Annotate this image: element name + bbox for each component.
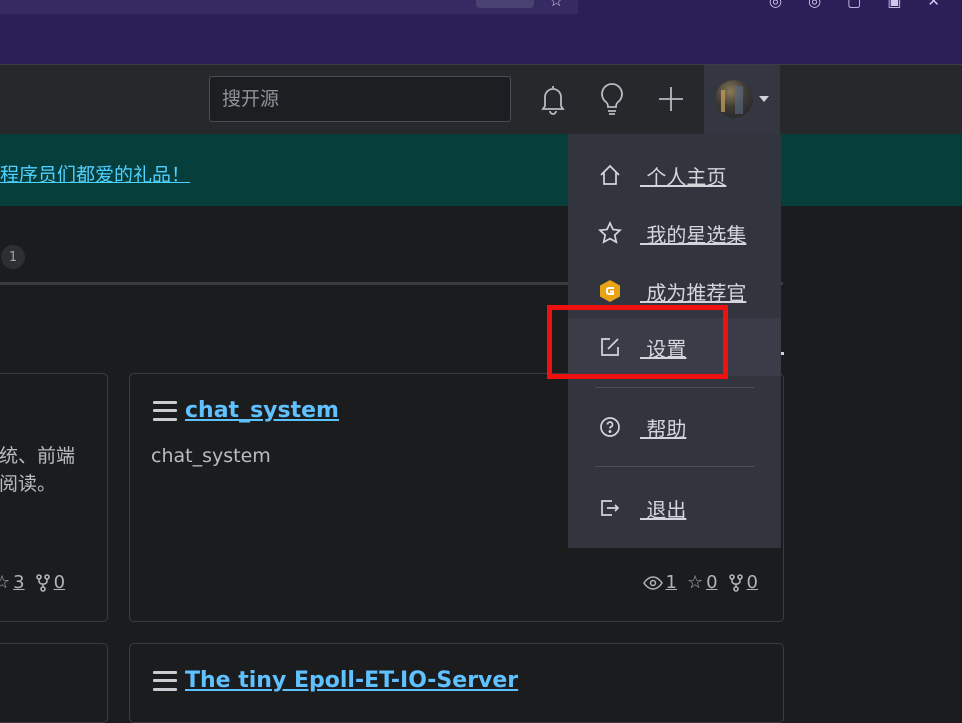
bookmark-star-icon[interactable]: ☆ — [549, 0, 563, 10]
repo-list-icon — [153, 400, 177, 421]
menu-item-label: 个人主页 — [640, 164, 727, 189]
eye-icon — [642, 575, 663, 590]
extension-icon[interactable]: ◎ — [808, 0, 821, 10]
browser-chrome: ☆ ◎ ◎ ▢ ▣ ✕ — [0, 0, 962, 64]
star-stat[interactable]: ☆ 0 — [687, 572, 718, 593]
avatar[interactable] — [715, 80, 753, 118]
menu-item-logout[interactable]: 退出 — [568, 479, 781, 537]
repo-link[interactable]: chat_system — [185, 398, 339, 423]
repo-list-icon — [153, 670, 177, 691]
repo-title: chat_system — [153, 398, 339, 423]
menu-item-starred[interactable]: 我的星选集 — [568, 204, 781, 262]
star-stat[interactable]: ☆ 3 — [0, 572, 25, 593]
gitee-badge-icon — [598, 279, 622, 303]
promo-banner: 程序员们都爱的礼品！ — [0, 134, 962, 206]
repo-description-line: 阅读。 — [0, 473, 57, 495]
browser-toolbar-icons: ◎ ◎ ▢ ▣ ✕ — [769, 0, 940, 10]
user-menu-toggle[interactable] — [704, 65, 780, 135]
star-icon — [598, 221, 622, 245]
logout-icon — [598, 496, 622, 520]
menu-item-label: 帮助 — [640, 416, 687, 441]
lightbulb-icon[interactable] — [594, 81, 630, 117]
star-count: 3 — [13, 572, 25, 593]
watch-count: 1 — [665, 572, 677, 593]
menu-item-profile[interactable]: 个人主页 — [568, 146, 781, 204]
repo-description: 统、前端 阅读。 — [0, 442, 75, 498]
menu-divider — [595, 387, 754, 388]
fork-icon — [728, 573, 743, 592]
search-input[interactable] — [209, 76, 511, 122]
translate-icon[interactable]: ✕ — [927, 0, 940, 10]
clipboard-icon[interactable]: ▢ — [847, 0, 861, 10]
repo-description-line: 统、前端 — [0, 445, 76, 467]
divider-tick — [781, 352, 784, 355]
repo-card — [0, 643, 108, 723]
extension-icon[interactable]: ▣ — [887, 0, 901, 10]
fork-count: 0 — [746, 572, 758, 593]
repo-description: chat_system — [151, 445, 271, 467]
fork-icon — [35, 573, 50, 592]
repo-stats: 1 ☆ 0 0 — [642, 572, 758, 593]
address-bar-chip[interactable] — [476, 0, 534, 8]
fork-count: 0 — [53, 572, 66, 593]
promo-banner-link[interactable]: 程序员们都爱的礼品！ — [0, 160, 190, 187]
menu-item-label: 退出 — [640, 497, 687, 522]
extension-icon[interactable]: ◎ — [769, 0, 782, 10]
menu-divider — [595, 466, 754, 467]
star-count: 0 — [706, 572, 718, 593]
highlight-box — [547, 305, 728, 379]
home-icon — [598, 163, 622, 187]
site-header — [0, 64, 962, 135]
plus-icon[interactable] — [653, 81, 689, 117]
repo-stats: ☆ 3 0 — [0, 572, 65, 593]
menu-item-label: 成为推荐官 — [640, 280, 747, 305]
chevron-down-icon[interactable] — [759, 96, 769, 102]
bell-icon[interactable] — [535, 81, 571, 117]
fork-stat[interactable]: 0 — [728, 572, 758, 593]
repo-card: The tiny Epoll-ET-IO-Server — [129, 643, 784, 723]
fork-stat[interactable]: 0 — [35, 572, 65, 593]
repo-card: 统、前端 阅读。 ☆ 3 0 — [0, 373, 108, 622]
watch-stat[interactable]: 1 — [642, 572, 677, 593]
repo-link[interactable]: The tiny Epoll-ET-IO-Server — [185, 668, 518, 693]
help-circle-icon — [598, 415, 622, 439]
menu-item-label: 我的星选集 — [640, 222, 747, 247]
repo-title: The tiny Epoll-ET-IO-Server — [153, 668, 518, 693]
menu-item-help[interactable]: 帮助 — [568, 398, 781, 456]
star-icon: ☆ — [686, 572, 704, 593]
star-icon: ☆ — [0, 572, 11, 593]
tab-count-badge: 1 — [1, 245, 25, 269]
